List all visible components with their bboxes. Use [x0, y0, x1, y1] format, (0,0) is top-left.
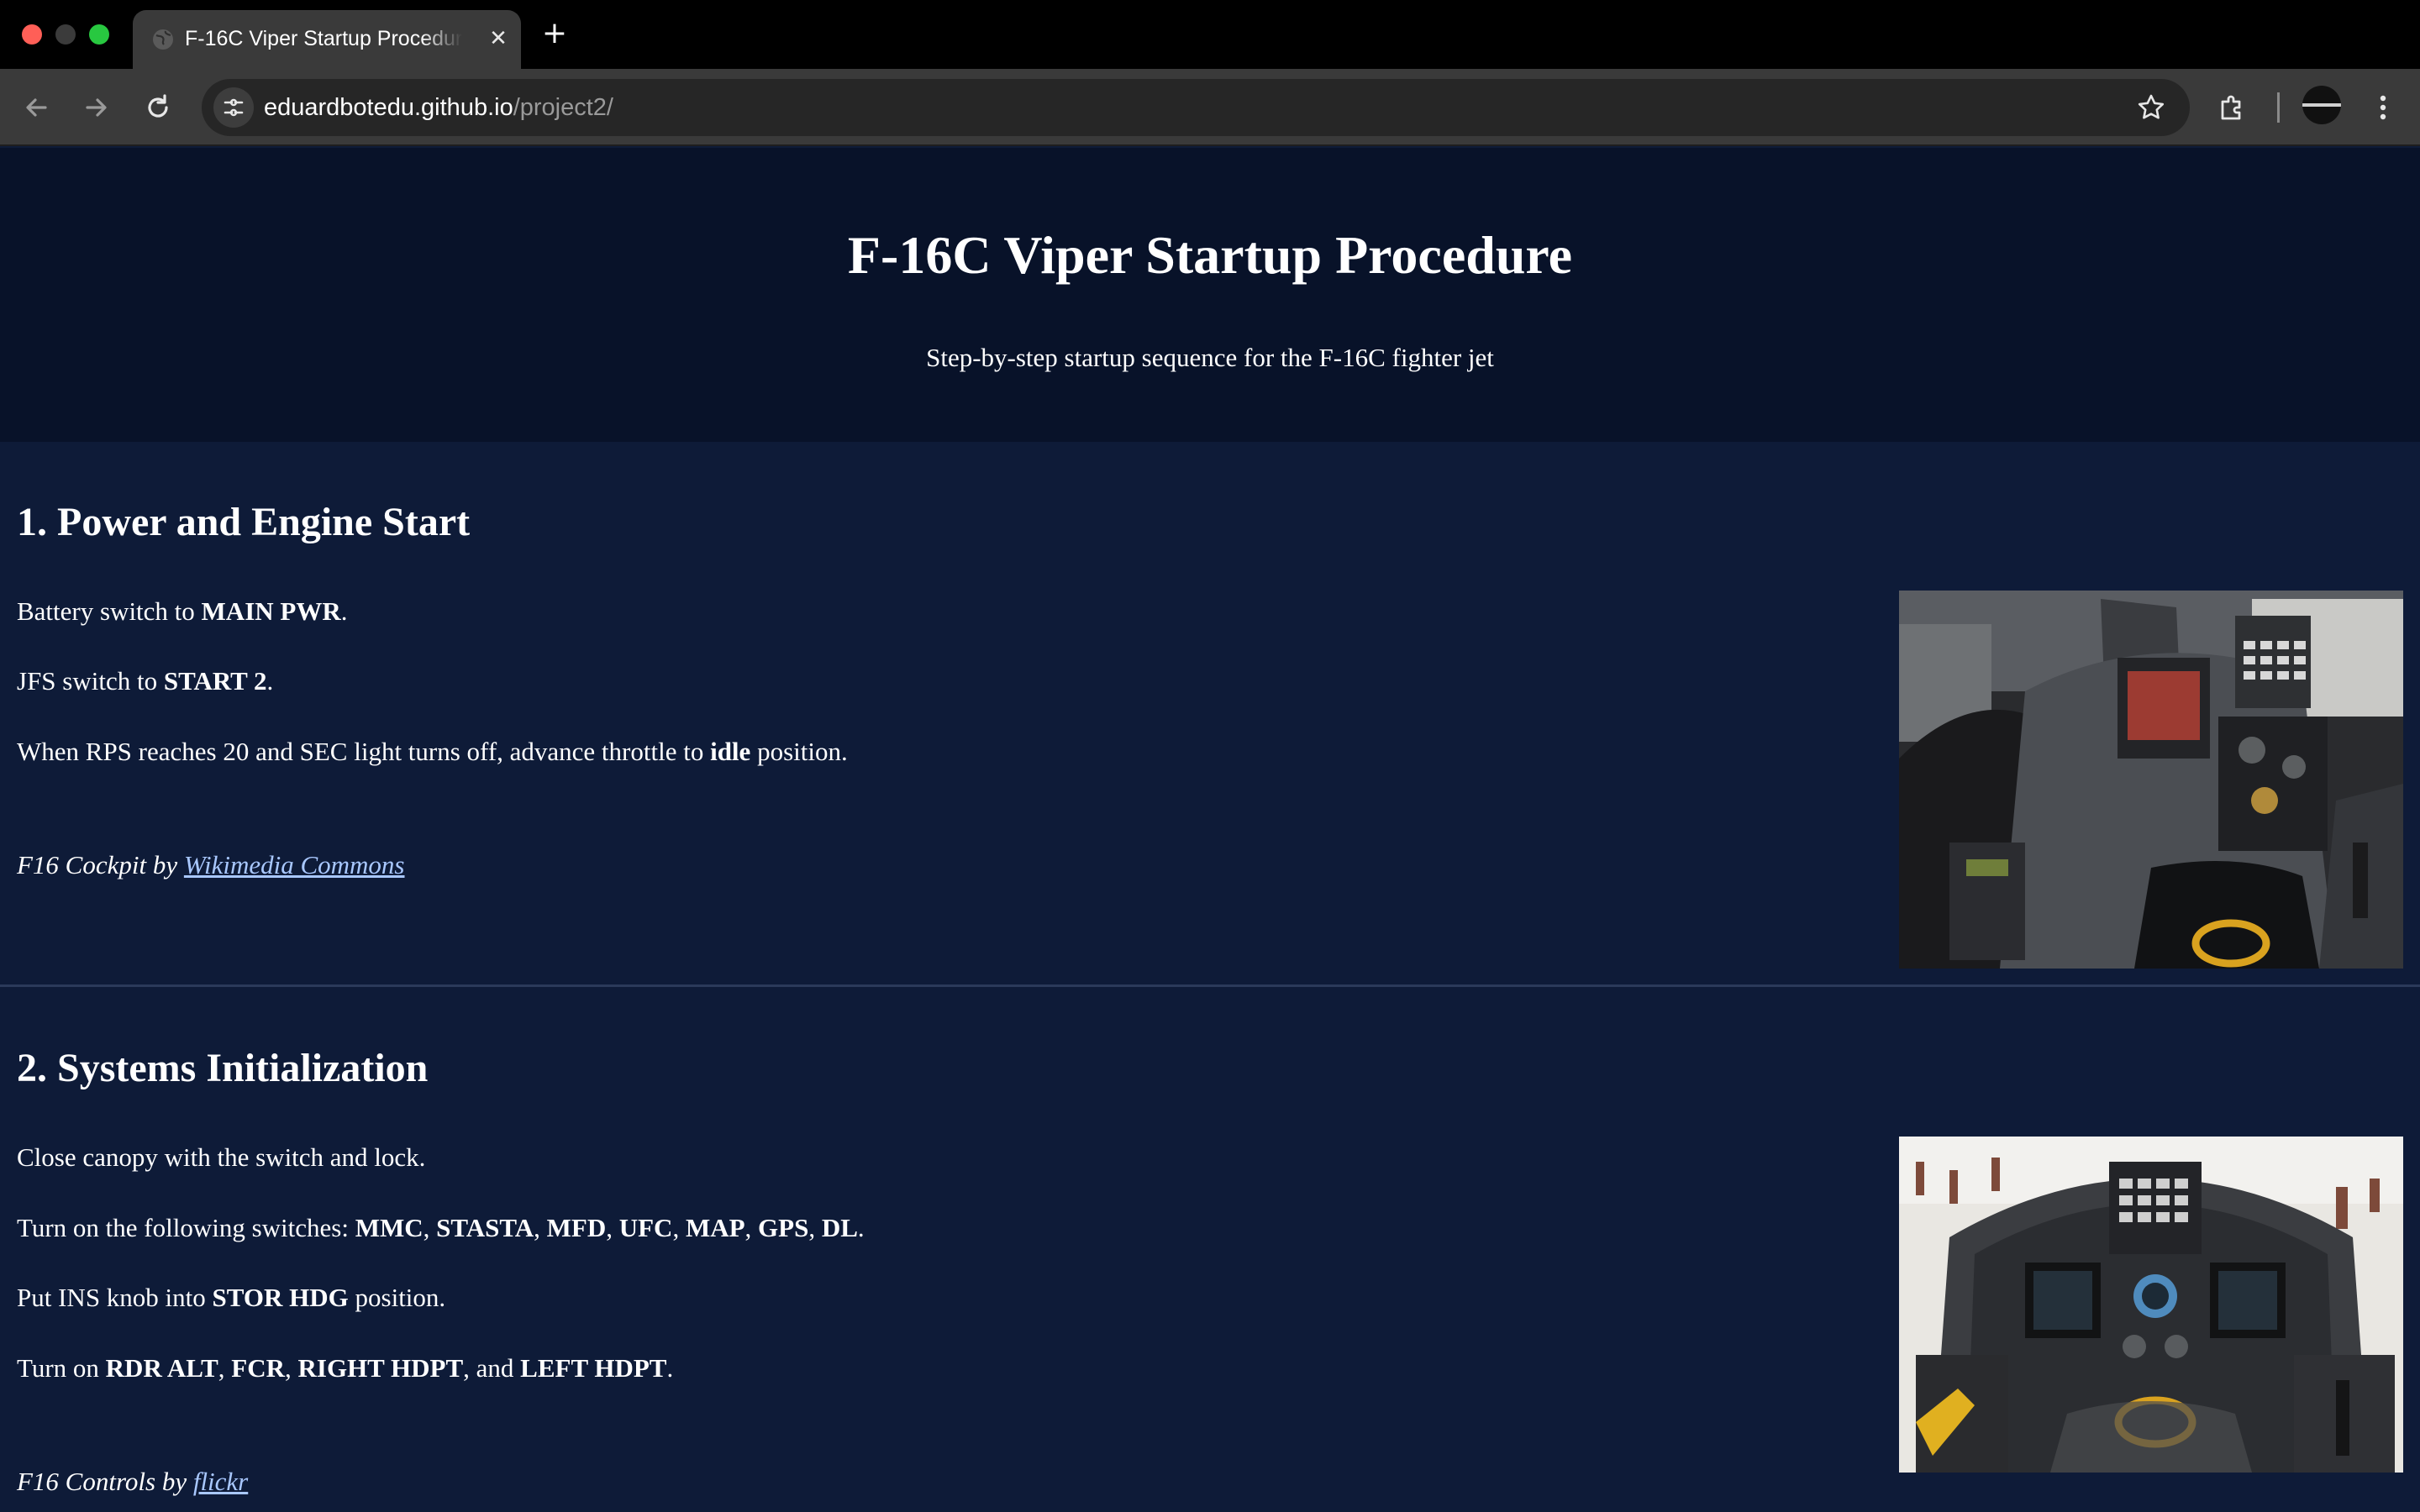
step-emphasis: STOR HDG — [212, 1283, 349, 1312]
step-item: When RPS reaches 20 and SEC light turns … — [17, 735, 848, 769]
step-text: Turn on — [17, 1353, 106, 1383]
credit-link-wikimedia[interactable]: Wikimedia Commons — [184, 850, 405, 879]
step-emphasis: MMC — [355, 1213, 424, 1242]
site-info-icon — [224, 98, 244, 117]
f16-cockpit-image — [1899, 591, 2403, 969]
step-text: When RPS reaches 20 and SEC light turns … — [17, 737, 711, 766]
step-text: , — [285, 1353, 298, 1383]
step-emphasis: RDR ALT — [105, 1353, 218, 1383]
step-text: , — [672, 1213, 686, 1242]
back-icon — [26, 98, 47, 117]
step-emphasis: STASTA — [436, 1213, 534, 1242]
step-text: . — [266, 666, 274, 696]
toolbar-separator — [2277, 92, 2280, 123]
credit-text: F16 Cockpit by — [17, 850, 184, 879]
back-button[interactable] — [17, 87, 57, 128]
step-text: . — [340, 596, 348, 626]
step-item: JFS switch to START 2. — [17, 664, 273, 698]
tab-close-button[interactable]: ✕ — [484, 24, 513, 53]
hero-header: F-16C Viper Startup Procedure Step-by-st… — [0, 148, 2420, 442]
page-subtitle: Step-by-step startup sequence for the F-… — [926, 343, 1494, 372]
step-emphasis: FCR — [231, 1353, 285, 1383]
bookmark-star-button[interactable] — [2134, 91, 2168, 124]
cockpit-photo — [1899, 591, 2403, 969]
step-text: Close canopy with the switch and lock. — [17, 1142, 426, 1172]
step-text: . — [857, 1213, 865, 1242]
window-close-button[interactable] — [22, 24, 42, 45]
tab-title: F-16C Viper Startup Procedure — [185, 27, 462, 50]
step-text: , — [808, 1213, 822, 1242]
credit-text: F16 Controls by — [17, 1467, 193, 1496]
step-text: , — [423, 1213, 437, 1242]
star-icon — [2138, 94, 2165, 119]
step-text: JFS switch to — [17, 666, 164, 696]
page-title: F-16C Viper Startup Procedure — [847, 225, 1573, 285]
reload-icon — [148, 94, 168, 118]
forward-button[interactable] — [76, 87, 116, 128]
step-text: , — [606, 1213, 619, 1242]
menu-icon — [2380, 95, 2386, 120]
step-item: Turn on RDR ALT, FCR, RIGHT HDPT, and LE… — [17, 1352, 673, 1385]
extensions-icon — [2221, 95, 2241, 120]
browser-menu-button[interactable] — [2363, 87, 2403, 128]
address-bar[interactable]: eduardbotedu.github.io/project2/ — [202, 79, 2190, 136]
step-item: Put INS knob into STOR HDG position. — [17, 1281, 445, 1315]
step-emphasis: LEFT HDPT — [520, 1353, 667, 1383]
url-text: eduardbotedu.github.io/project2/ — [264, 91, 613, 124]
step-emphasis: RIGHT HDPT — [297, 1353, 464, 1383]
new-tab-button[interactable]: + — [538, 17, 571, 50]
step-text: position. — [348, 1283, 446, 1312]
step-emphasis: DL — [821, 1213, 858, 1242]
step-emphasis: GPS — [758, 1213, 809, 1242]
controls-photo — [1899, 1137, 2403, 1473]
globe-icon — [151, 28, 175, 51]
step-emphasis: UFC — [618, 1213, 673, 1242]
section-divider — [0, 984, 2420, 987]
browser-tab[interactable]: F-16C Viper Startup Procedure ✕ — [133, 10, 521, 69]
url-host: eduardbotedu.github.io — [264, 94, 513, 121]
step-item: Close canopy with the switch and lock. — [17, 1141, 425, 1174]
step-text: , — [534, 1213, 547, 1242]
step-text: Put INS knob into — [17, 1283, 213, 1312]
reload-button[interactable] — [138, 87, 178, 128]
step-text: , — [744, 1213, 759, 1242]
forward-icon — [86, 98, 107, 117]
step-text: . — [666, 1353, 674, 1383]
f16-controls-image — [1899, 1137, 2403, 1473]
step-text: Battery switch to — [17, 596, 202, 626]
step-emphasis: MFD — [546, 1213, 607, 1242]
credit-link-flickr[interactable]: flickr — [193, 1467, 248, 1496]
browser-tab-bar: F-16C Viper Startup Procedure ✕ + — [0, 0, 2420, 69]
browser-toolbar: eduardbotedu.github.io/project2/ — [0, 69, 2420, 146]
profile-avatar[interactable] — [2302, 86, 2341, 124]
image-credit: F16 Controls by flickr — [17, 1465, 248, 1499]
site-info-button[interactable] — [213, 87, 254, 128]
step-emphasis: idle — [710, 737, 751, 766]
url-path: /project2/ — [513, 94, 613, 121]
section-heading: 2. Systems Initialization — [17, 1046, 429, 1090]
window-minimize-button[interactable] — [55, 24, 76, 45]
page-content: F-16C Viper Startup Procedure Step-by-st… — [0, 148, 2420, 1512]
step-text: , — [218, 1353, 232, 1383]
step-emphasis: MAP — [685, 1213, 745, 1242]
extensions-button[interactable] — [2212, 87, 2252, 128]
window-zoom-button[interactable] — [89, 24, 109, 45]
step-emphasis: START 2 — [163, 666, 267, 696]
image-credit: F16 Cockpit by Wikimedia Commons — [17, 848, 405, 882]
step-item: Turn on the following switches: MMC, STA… — [17, 1211, 865, 1245]
step-text: , and — [463, 1353, 521, 1383]
step-item: Battery switch to MAIN PWR. — [17, 595, 347, 628]
step-emphasis: MAIN PWR — [201, 596, 341, 626]
step-text: position. — [750, 737, 848, 766]
section-heading: 1. Power and Engine Start — [17, 500, 471, 544]
step-text: Turn on the following switches: — [17, 1213, 355, 1242]
